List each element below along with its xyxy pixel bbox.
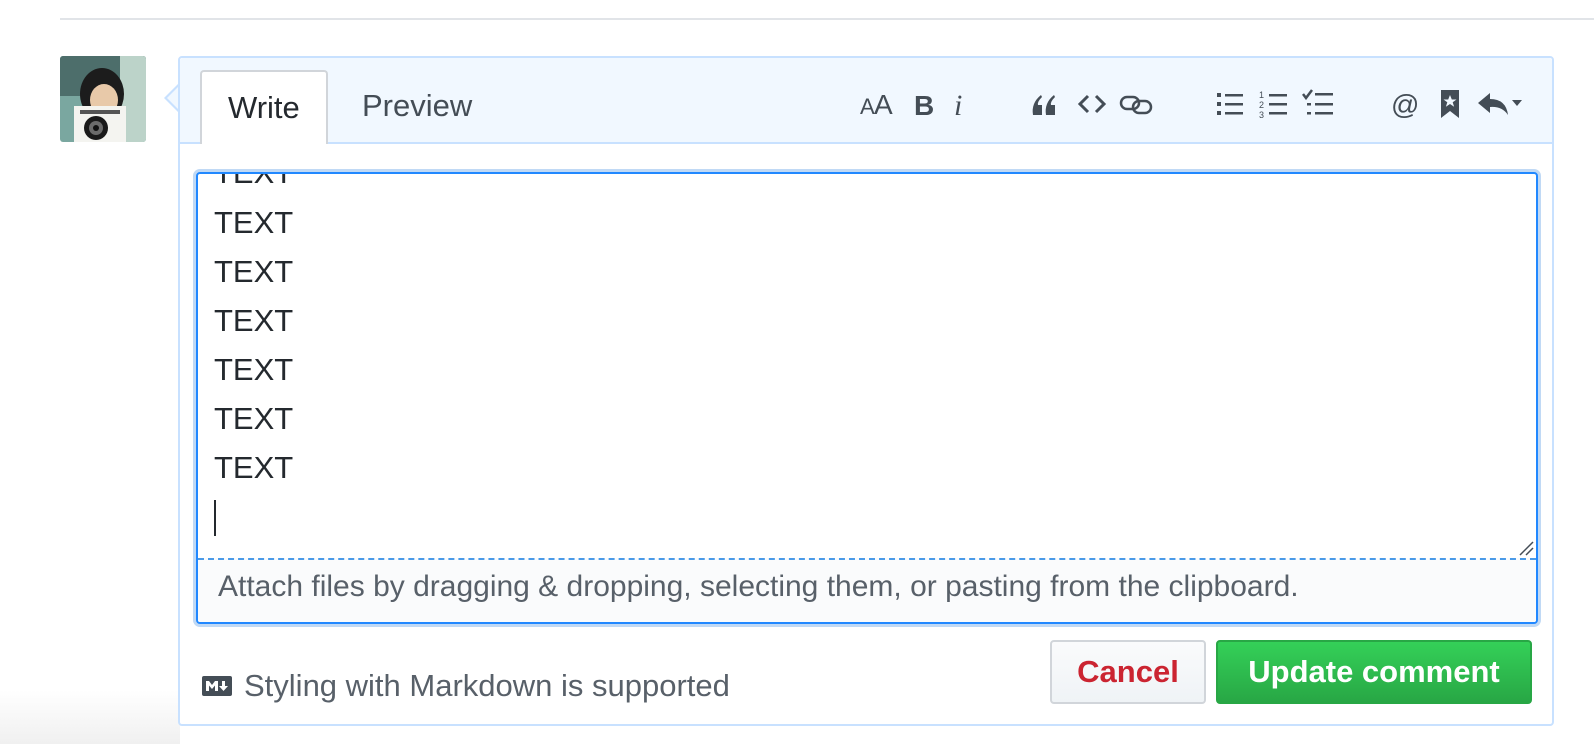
editor-header: Write Preview AA B i 1 2 3 @ — [180, 58, 1552, 144]
text-line: TEXT — [214, 352, 294, 387]
numbered-list-icon[interactable]: 123 — [1254, 80, 1294, 128]
svg-text:B: B — [914, 90, 934, 119]
text-line: TEXT — [214, 450, 294, 485]
comment-textarea[interactable]: TEXT TEXT TEXT TEXT TEXT TEXT TEXT — [198, 174, 1536, 558]
svg-text:3: 3 — [1259, 110, 1264, 119]
text-line: TEXT — [214, 174, 293, 197]
svg-text:1: 1 — [1259, 90, 1264, 100]
text-caret — [214, 500, 216, 536]
svg-text:i: i — [954, 89, 962, 119]
file-attach-dropzone[interactable]: Attach files by dragging & dropping, sel… — [198, 558, 1536, 622]
markdown-note: Styling with Markdown is supported — [244, 668, 730, 703]
header-text-icon[interactable]: AA — [858, 80, 898, 128]
markdown-icon — [202, 676, 232, 696]
resize-handle-icon[interactable] — [1518, 540, 1534, 556]
svg-text:A: A — [860, 94, 875, 119]
tab-write[interactable]: Write — [200, 70, 328, 144]
avatar-image — [60, 56, 146, 142]
text-line: TEXT — [214, 254, 294, 289]
bold-icon[interactable]: B — [904, 80, 944, 128]
reference-icon[interactable] — [1430, 80, 1470, 128]
avatar[interactable] — [60, 56, 146, 142]
dropzone-text: Attach files by dragging & dropping, sel… — [218, 570, 1299, 603]
text-line: TEXT — [214, 401, 294, 436]
comment-edit-form: Write Preview AA B i 1 2 3 @ TEXT TEXT T… — [178, 56, 1554, 726]
svg-text:2: 2 — [1259, 100, 1264, 110]
code-icon[interactable] — [1072, 80, 1112, 128]
cancel-button[interactable]: Cancel — [1050, 640, 1206, 704]
markdown-help[interactable]: Styling with Markdown is supported — [202, 668, 730, 704]
reply-icon[interactable] — [1472, 80, 1528, 128]
comment-textarea-container[interactable]: TEXT TEXT TEXT TEXT TEXT TEXT TEXT Attac… — [196, 172, 1538, 624]
text-line: TEXT — [214, 205, 294, 240]
update-comment-button[interactable]: Update comment — [1216, 640, 1532, 704]
quote-icon[interactable] — [1024, 80, 1064, 128]
svg-text:A: A — [874, 89, 893, 119]
mention-icon[interactable]: @ — [1386, 80, 1426, 128]
page-shadow — [0, 690, 180, 744]
text-line: TEXT — [214, 303, 294, 338]
task-list-icon[interactable] — [1298, 80, 1338, 128]
link-icon[interactable] — [1116, 80, 1156, 128]
tab-preview[interactable]: Preview — [336, 70, 498, 142]
italic-icon[interactable]: i — [940, 80, 980, 128]
timeline-divider — [60, 18, 1594, 20]
bulleted-list-icon[interactable] — [1210, 80, 1250, 128]
svg-text:@: @ — [1391, 89, 1419, 119]
